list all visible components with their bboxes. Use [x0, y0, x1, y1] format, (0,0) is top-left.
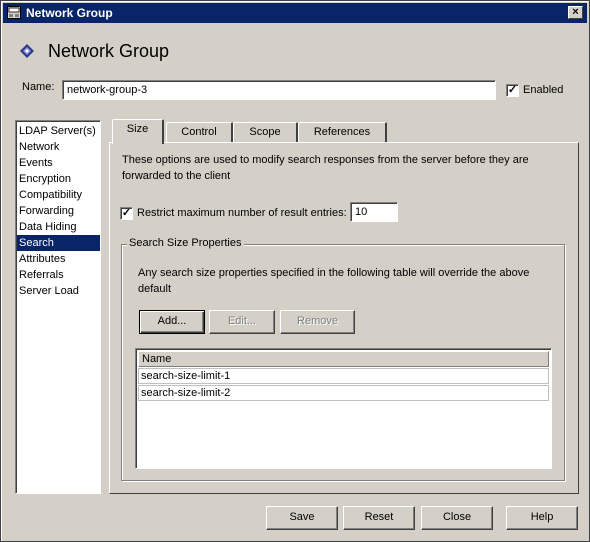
name-label: Name:: [22, 81, 55, 93]
table-header-name[interactable]: Name: [138, 351, 549, 367]
edit-button[interactable]: Edit...: [209, 310, 275, 334]
page-title: Network Group: [48, 41, 170, 61]
enabled-label: Enabled: [523, 84, 564, 96]
help-button[interactable]: Help: [506, 506, 578, 530]
app-icon: [7, 6, 21, 19]
search-size-properties-legend: Search Size Properties: [127, 237, 244, 249]
window-title: Network Group: [26, 6, 113, 20]
sidebar-item-attributes[interactable]: Attributes: [17, 251, 100, 267]
restrict-max-results-label: Restrict maximum number of result entrie…: [137, 207, 347, 219]
sidebar-item-encryption[interactable]: Encryption: [17, 171, 100, 187]
tab-scope[interactable]: Scope: [233, 122, 298, 143]
diamond-icon: [20, 44, 34, 58]
remove-button[interactable]: Remove: [280, 310, 355, 334]
sidebar-item-search[interactable]: Search: [17, 235, 100, 251]
close-window-button[interactable]: ×: [568, 6, 583, 19]
max-results-input[interactable]: 10: [350, 202, 398, 222]
search-size-note-line1: Any search size properties specified in …: [138, 267, 530, 279]
size-description-line2: forwarded to the client: [122, 170, 231, 182]
sidebar-item-data-hiding[interactable]: Data Hiding: [17, 219, 100, 235]
table-row[interactable]: search-size-limit-1: [138, 368, 549, 384]
sidebar-item-referrals[interactable]: Referrals: [17, 267, 100, 283]
name-input[interactable]: network-group-3: [62, 80, 496, 100]
network-group-window: Network Group × Network Group Name: netw…: [0, 0, 590, 542]
size-description-line1: These options are used to modify search …: [122, 154, 529, 166]
sidebar-item-events[interactable]: Events: [17, 155, 100, 171]
sidebar-nav-list: LDAP Server(s) Network Events Encryption…: [15, 120, 101, 494]
tab-size[interactable]: Size: [112, 119, 164, 144]
title-bar[interactable]: Network Group ×: [3, 3, 587, 23]
table-row[interactable]: search-size-limit-2: [138, 385, 549, 401]
enabled-checkbox[interactable]: ✓: [506, 84, 519, 97]
save-button[interactable]: Save: [266, 506, 338, 530]
tab-references[interactable]: References: [298, 122, 387, 143]
reset-button[interactable]: Reset: [343, 506, 415, 530]
close-button[interactable]: Close: [421, 506, 493, 530]
add-button[interactable]: Add...: [139, 310, 205, 334]
sidebar-item-ldap-servers[interactable]: LDAP Server(s): [17, 123, 100, 139]
search-size-note-line2: default: [138, 283, 172, 295]
restrict-max-results-checkbox[interactable]: ✓: [120, 207, 133, 220]
sidebar-item-network[interactable]: Network: [17, 139, 100, 155]
search-size-table: Name search-size-limit-1 search-size-lim…: [135, 348, 552, 469]
sidebar-item-compatibility[interactable]: Compatibility: [17, 187, 100, 203]
sidebar-item-forwarding[interactable]: Forwarding: [17, 203, 100, 219]
tab-control[interactable]: Control: [166, 122, 233, 143]
sidebar-item-server-load[interactable]: Server Load: [17, 283, 100, 299]
